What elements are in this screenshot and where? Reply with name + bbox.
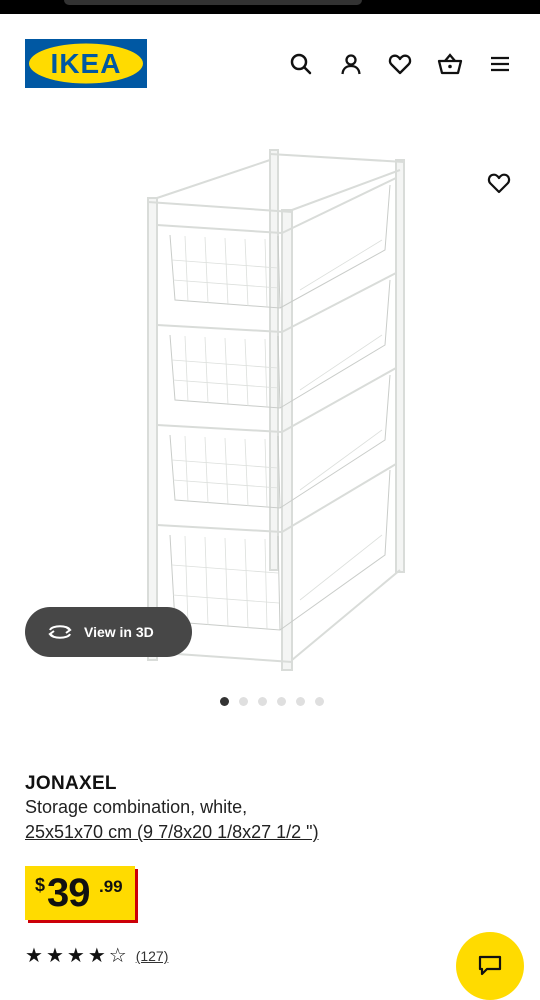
price-decimal: .99 (99, 877, 123, 896)
star-icon: ★ (66, 945, 85, 967)
carousel-dot[interactable] (258, 697, 267, 706)
product-image[interactable] (110, 140, 430, 680)
star-icon: ★ (87, 945, 106, 967)
add-to-favorites-icon[interactable] (484, 168, 514, 198)
star-icon: ★ (25, 945, 43, 967)
price-tag: $ 39 .99 (25, 866, 135, 920)
ikea-logo-graphic: IKEA (25, 39, 147, 88)
carousel-dot[interactable] (239, 697, 248, 706)
shopping-cart-icon[interactable] (436, 50, 464, 78)
chat-icon (478, 955, 502, 976)
account-icon[interactable] (337, 50, 365, 78)
product-name: JONAXEL (25, 773, 117, 794)
price-integer: 39 (47, 871, 90, 915)
carousel-dot[interactable] (296, 697, 305, 706)
svg-text:IKEA: IKEA (51, 48, 122, 79)
price-currency: $ (35, 875, 46, 895)
view-in-3d-button[interactable]: View in 3D (25, 607, 192, 657)
carousel-dot[interactable] (277, 697, 286, 706)
star-icon: ★ (45, 945, 64, 967)
search-icon[interactable] (287, 50, 315, 78)
ikea-logo[interactable]: IKEA (25, 39, 147, 88)
product-description: Storage combination, white, (25, 797, 248, 817)
half-star-icon: ☆ (108, 945, 127, 967)
site-header: IKEA (0, 14, 540, 114)
favorites-heart-icon[interactable] (386, 50, 414, 78)
carousel-dot[interactable] (220, 697, 229, 706)
chat-button[interactable] (456, 932, 524, 1000)
menu-icon[interactable] (486, 50, 514, 78)
product-rating[interactable]: ★ ★ ★ ★ ☆ (127) (25, 946, 168, 966)
rating-count[interactable]: (127) (136, 948, 169, 964)
view-in-3d-label: View in 3D (84, 624, 154, 640)
status-indicator (64, 0, 362, 5)
rotate-3d-icon (48, 625, 72, 639)
status-bar (0, 0, 540, 14)
carousel-dot[interactable] (315, 697, 324, 706)
image-carousel-dots (220, 697, 324, 707)
product-dimensions-link[interactable]: 25x51x70 cm (9 7/8x20 1/8x27 1/2 ") (25, 822, 319, 843)
